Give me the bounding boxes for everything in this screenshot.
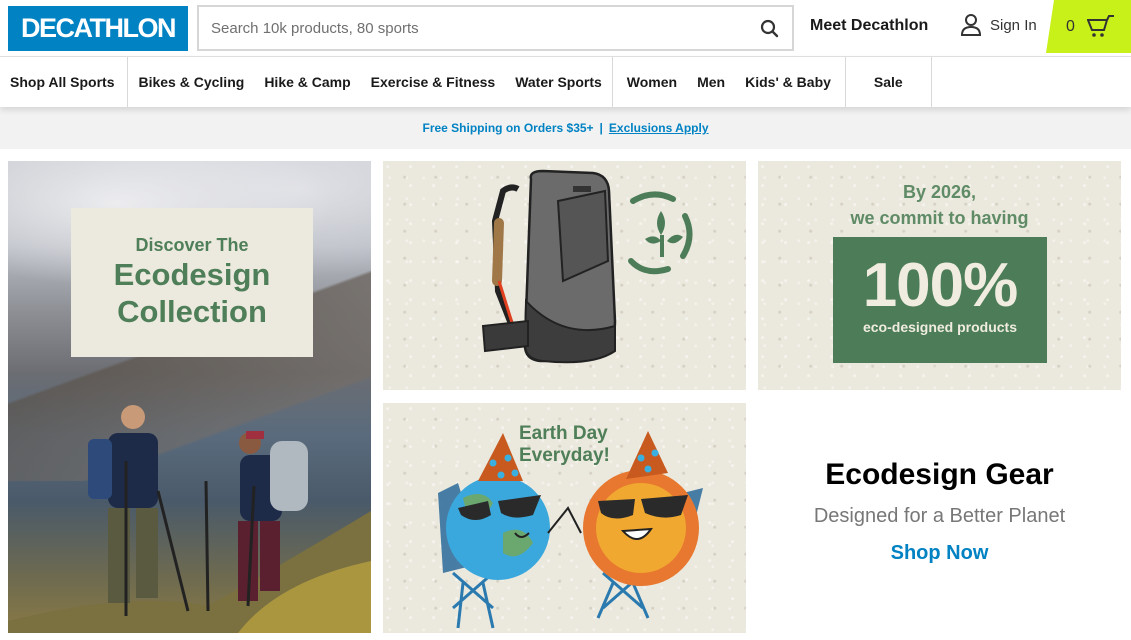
main-nav: Shop All Sports Bikes & Cycling Hike & C… [0, 57, 1131, 107]
shop-now-link[interactable]: Shop Now [758, 542, 1121, 565]
commitment-line2: we commit to having [850, 208, 1029, 228]
sign-in-label: Sign In [990, 16, 1037, 34]
commitment-tile[interactable]: By 2026, we commit to having 100% eco-de… [758, 161, 1121, 390]
site-header: DECATHLON Meet Decathlon Sign In 0 [0, 0, 1131, 57]
nav-group-sale: Sale [846, 57, 932, 107]
collection-card: Discover The Ecodesign Collection [71, 208, 313, 357]
sign-in-button[interactable]: Sign In [960, 13, 1037, 37]
cart-button[interactable]: 0 [1046, 0, 1131, 53]
exclusions-link[interactable]: Exclusions Apply [609, 121, 709, 135]
decathlon-logo[interactable]: DECATHLON [8, 6, 188, 51]
meet-decathlon-link[interactable]: Meet Decathlon [810, 17, 928, 35]
search-input[interactable] [199, 7, 739, 49]
commitment-percent: 100% [862, 251, 1019, 320]
nav-item-shop-all-sports[interactable]: Shop All Sports [10, 74, 114, 90]
cart-icon [1086, 14, 1114, 37]
search-button[interactable] [758, 17, 782, 41]
ecodesign-promo: Ecodesign Gear Designed for a Better Pla… [758, 403, 1121, 633]
commitment-sub: eco-designed products [862, 319, 1018, 335]
nav-item-hike-camp[interactable]: Hike & Camp [264, 74, 350, 90]
earth-day-tile[interactable]: Earth Day Everyday! [383, 403, 746, 633]
nav-group-people: Women Men Kids' & Baby [613, 57, 846, 107]
collection-line3: Collection [117, 294, 267, 329]
earth-day-heading: Earth Day Everyday! [519, 423, 610, 467]
nav-item-bikes-cycling[interactable]: Bikes & Cycling [138, 74, 244, 90]
promo-title: Ecodesign Gear [825, 458, 1054, 491]
earth-day-line1: Earth Day [519, 423, 608, 444]
nav-item-kids-baby[interactable]: Kids' & Baby [745, 74, 831, 90]
user-icon [960, 14, 982, 36]
search-icon [760, 19, 779, 38]
commitment-heading: By 2026, we commit to having [758, 179, 1121, 231]
nav-item-exercise-fitness[interactable]: Exercise & Fitness [371, 74, 496, 90]
cart-count: 0 [1066, 17, 1075, 35]
collection-line2: Ecodesign [113, 257, 271, 292]
nav-item-water-sports[interactable]: Water Sports [515, 74, 602, 90]
commitment-box: 100% eco-designed products [833, 237, 1047, 363]
promo-subtitle: Designed for a Better Planet [813, 505, 1066, 527]
nav-item-men[interactable]: Men [697, 74, 725, 90]
nav-item-women[interactable]: Women [627, 74, 677, 90]
nav-item-sale[interactable]: Sale [874, 74, 903, 90]
shipping-text: Free Shipping on Orders $35+ [422, 121, 594, 135]
logo-text: DECATHLON [21, 13, 176, 43]
earth-day-line2: Everyday! [519, 445, 610, 466]
nav-group-all: Shop All Sports [0, 57, 129, 107]
collection-hero-tile[interactable]: Discover The Ecodesign Collection [8, 161, 371, 633]
backpack-illustration [481, 169, 693, 364]
banner-separator: | [599, 121, 603, 135]
backpack-tile[interactable] [383, 161, 746, 390]
collection-line1: Discover The [135, 235, 249, 255]
commitment-line1: By 2026, [902, 182, 977, 202]
shipping-banner: Free Shipping on Orders $35+ | Exclusion… [0, 107, 1131, 149]
search-bar [197, 5, 794, 51]
nav-group-sports: Bikes & Cycling Hike & Camp Exercise & F… [128, 57, 613, 107]
hikers-illustration [8, 405, 371, 633]
